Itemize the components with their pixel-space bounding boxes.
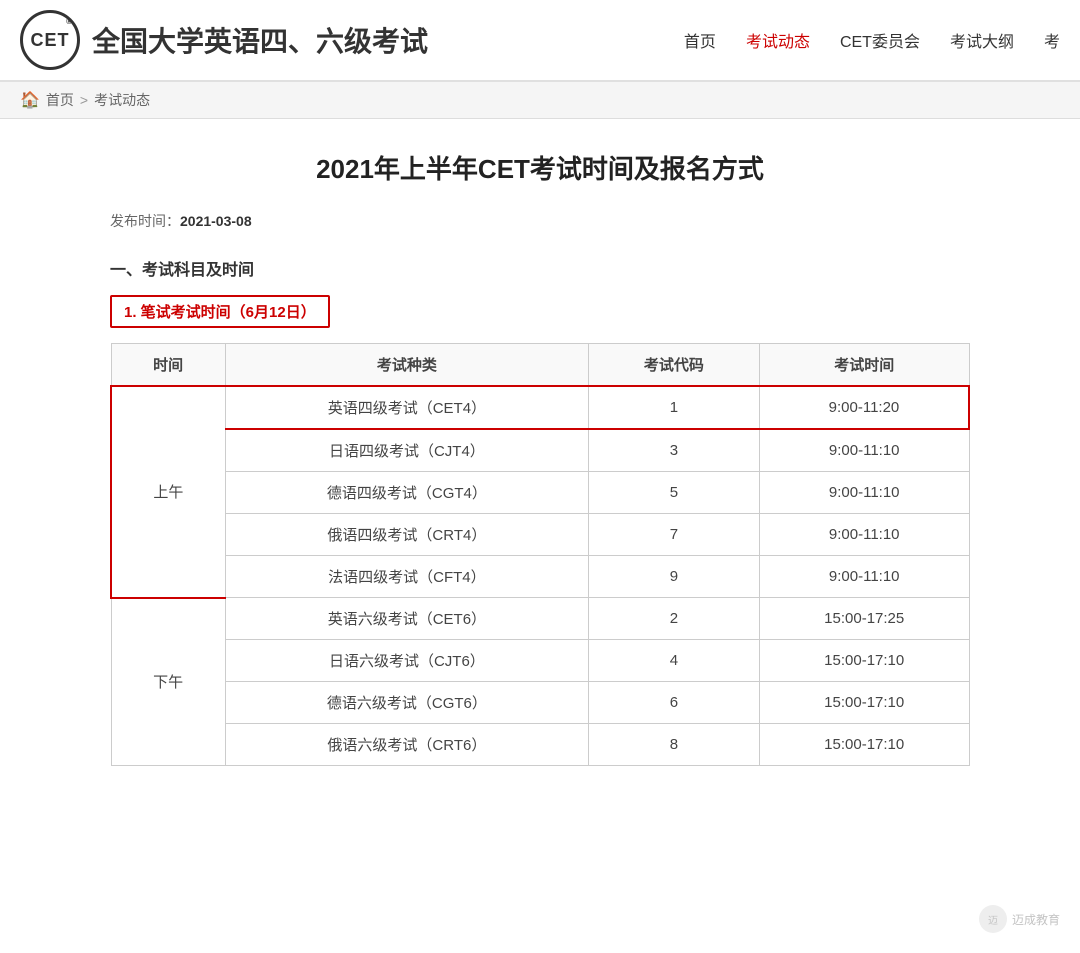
table-row: 德语六级考试（CGT6） 6 15:00-17:10 — [111, 682, 969, 724]
table-row: 俄语六级考试（CRT6） 8 15:00-17:10 — [111, 724, 969, 766]
exam-code: 2 — [588, 598, 759, 640]
watermark-icon: 迈 — [979, 905, 1007, 933]
table-row: 日语四级考试（CJT4） 3 9:00-11:10 — [111, 429, 969, 472]
table-row: 上午 英语四级考试（CET4） 1 9:00-11:20 — [111, 386, 969, 429]
exam-time: 9:00-11:20 — [759, 386, 969, 429]
exam-code: 5 — [588, 472, 759, 514]
breadcrumb-separator: > — [80, 92, 88, 108]
exam-name: 俄语六级考试（CRT6） — [225, 724, 588, 766]
exam-time: 9:00-11:10 — [759, 514, 969, 556]
exam-time: 15:00-17:10 — [759, 724, 969, 766]
exam-table: 时间 考试种类 考试代码 考试时间 上午 英语四级考试（CET4） 1 9:00… — [110, 343, 970, 766]
col-code: 考试代码 — [588, 344, 759, 387]
exam-code: 7 — [588, 514, 759, 556]
table-row: 俄语四级考试（CRT4） 7 9:00-11:10 — [111, 514, 969, 556]
exam-time: 9:00-11:10 — [759, 429, 969, 472]
exam-name: 日语四级考试（CJT4） — [225, 429, 588, 472]
publish-date: 2021-03-08 — [180, 213, 252, 229]
table-row: 法语四级考试（CFT4） 9 9:00-11:10 — [111, 556, 969, 598]
exam-code: 8 — [588, 724, 759, 766]
period-afternoon: 下午 — [111, 598, 225, 766]
exam-name: 英语六级考试（CET6） — [225, 598, 588, 640]
logo-area: CET 全国大学英语四、六级考试 — [20, 10, 684, 70]
publish-info: 发布时间：2021-03-08 — [110, 211, 970, 231]
col-time: 考试时间 — [759, 344, 969, 387]
breadcrumb: 🏠 首页 > 考试动态 — [0, 82, 1080, 119]
main-nav: 首页 考试动态 CET委员会 考试大纲 考 — [684, 28, 1060, 52]
exam-time: 15:00-17:25 — [759, 598, 969, 640]
table-header-row: 时间 考试种类 考试代码 考试时间 — [111, 344, 969, 387]
header: CET 全国大学英语四、六级考试 首页 考试动态 CET委员会 考试大纲 考 — [0, 0, 1080, 82]
watermark-label: 迈成教育 — [1012, 911, 1060, 928]
nav-exam-news[interactable]: 考试动态 — [746, 28, 810, 52]
exam-time: 15:00-17:10 — [759, 640, 969, 682]
exam-code: 9 — [588, 556, 759, 598]
exam-name: 英语四级考试（CET4） — [225, 386, 588, 429]
exam-name: 德语四级考试（CGT4） — [225, 472, 588, 514]
watermark: 迈 迈成教育 — [979, 905, 1060, 933]
logo-icon: CET — [20, 10, 80, 70]
nav-committee[interactable]: CET委员会 — [840, 28, 920, 52]
site-title: 全国大学英语四、六级考试 — [92, 20, 428, 60]
exam-code: 6 — [588, 682, 759, 724]
exam-name: 俄语四级考试（CRT4） — [225, 514, 588, 556]
section1-title: 一、考试科目及时间 — [110, 256, 970, 280]
table-row: 下午 英语六级考试（CET6） 2 15:00-17:25 — [111, 598, 969, 640]
exam-code: 4 — [588, 640, 759, 682]
publish-label: 发布时间： — [110, 213, 180, 229]
nav-more[interactable]: 考 — [1044, 28, 1060, 52]
subsection1-title: 1. 笔试考试时间（6月12日） — [110, 295, 330, 328]
col-type: 考试种类 — [225, 344, 588, 387]
page-title: 2021年上半年CET考试时间及报名方式 — [110, 149, 970, 186]
period-morning: 上午 — [111, 386, 225, 598]
home-icon: 🏠 — [20, 90, 40, 110]
logo-text: CET — [31, 30, 70, 51]
breadcrumb-current: 考试动态 — [94, 90, 150, 110]
nav-home[interactable]: 首页 — [684, 28, 716, 52]
exam-time: 9:00-11:10 — [759, 556, 969, 598]
exam-time: 15:00-17:10 — [759, 682, 969, 724]
col-period: 时间 — [111, 344, 225, 387]
exam-code: 1 — [588, 386, 759, 429]
main-content: 2021年上半年CET考试时间及报名方式 发布时间：2021-03-08 一、考… — [90, 119, 990, 816]
nav-syllabus[interactable]: 考试大纲 — [950, 28, 1014, 52]
exam-name: 德语六级考试（CGT6） — [225, 682, 588, 724]
table-row: 德语四级考试（CGT4） 5 9:00-11:10 — [111, 472, 969, 514]
exam-code: 3 — [588, 429, 759, 472]
watermark-icon-text: 迈 — [988, 912, 998, 927]
exam-name: 法语四级考试（CFT4） — [225, 556, 588, 598]
table-row: 日语六级考试（CJT6） 4 15:00-17:10 — [111, 640, 969, 682]
exam-time: 9:00-11:10 — [759, 472, 969, 514]
exam-name: 日语六级考试（CJT6） — [225, 640, 588, 682]
breadcrumb-home-link[interactable]: 首页 — [46, 90, 74, 110]
